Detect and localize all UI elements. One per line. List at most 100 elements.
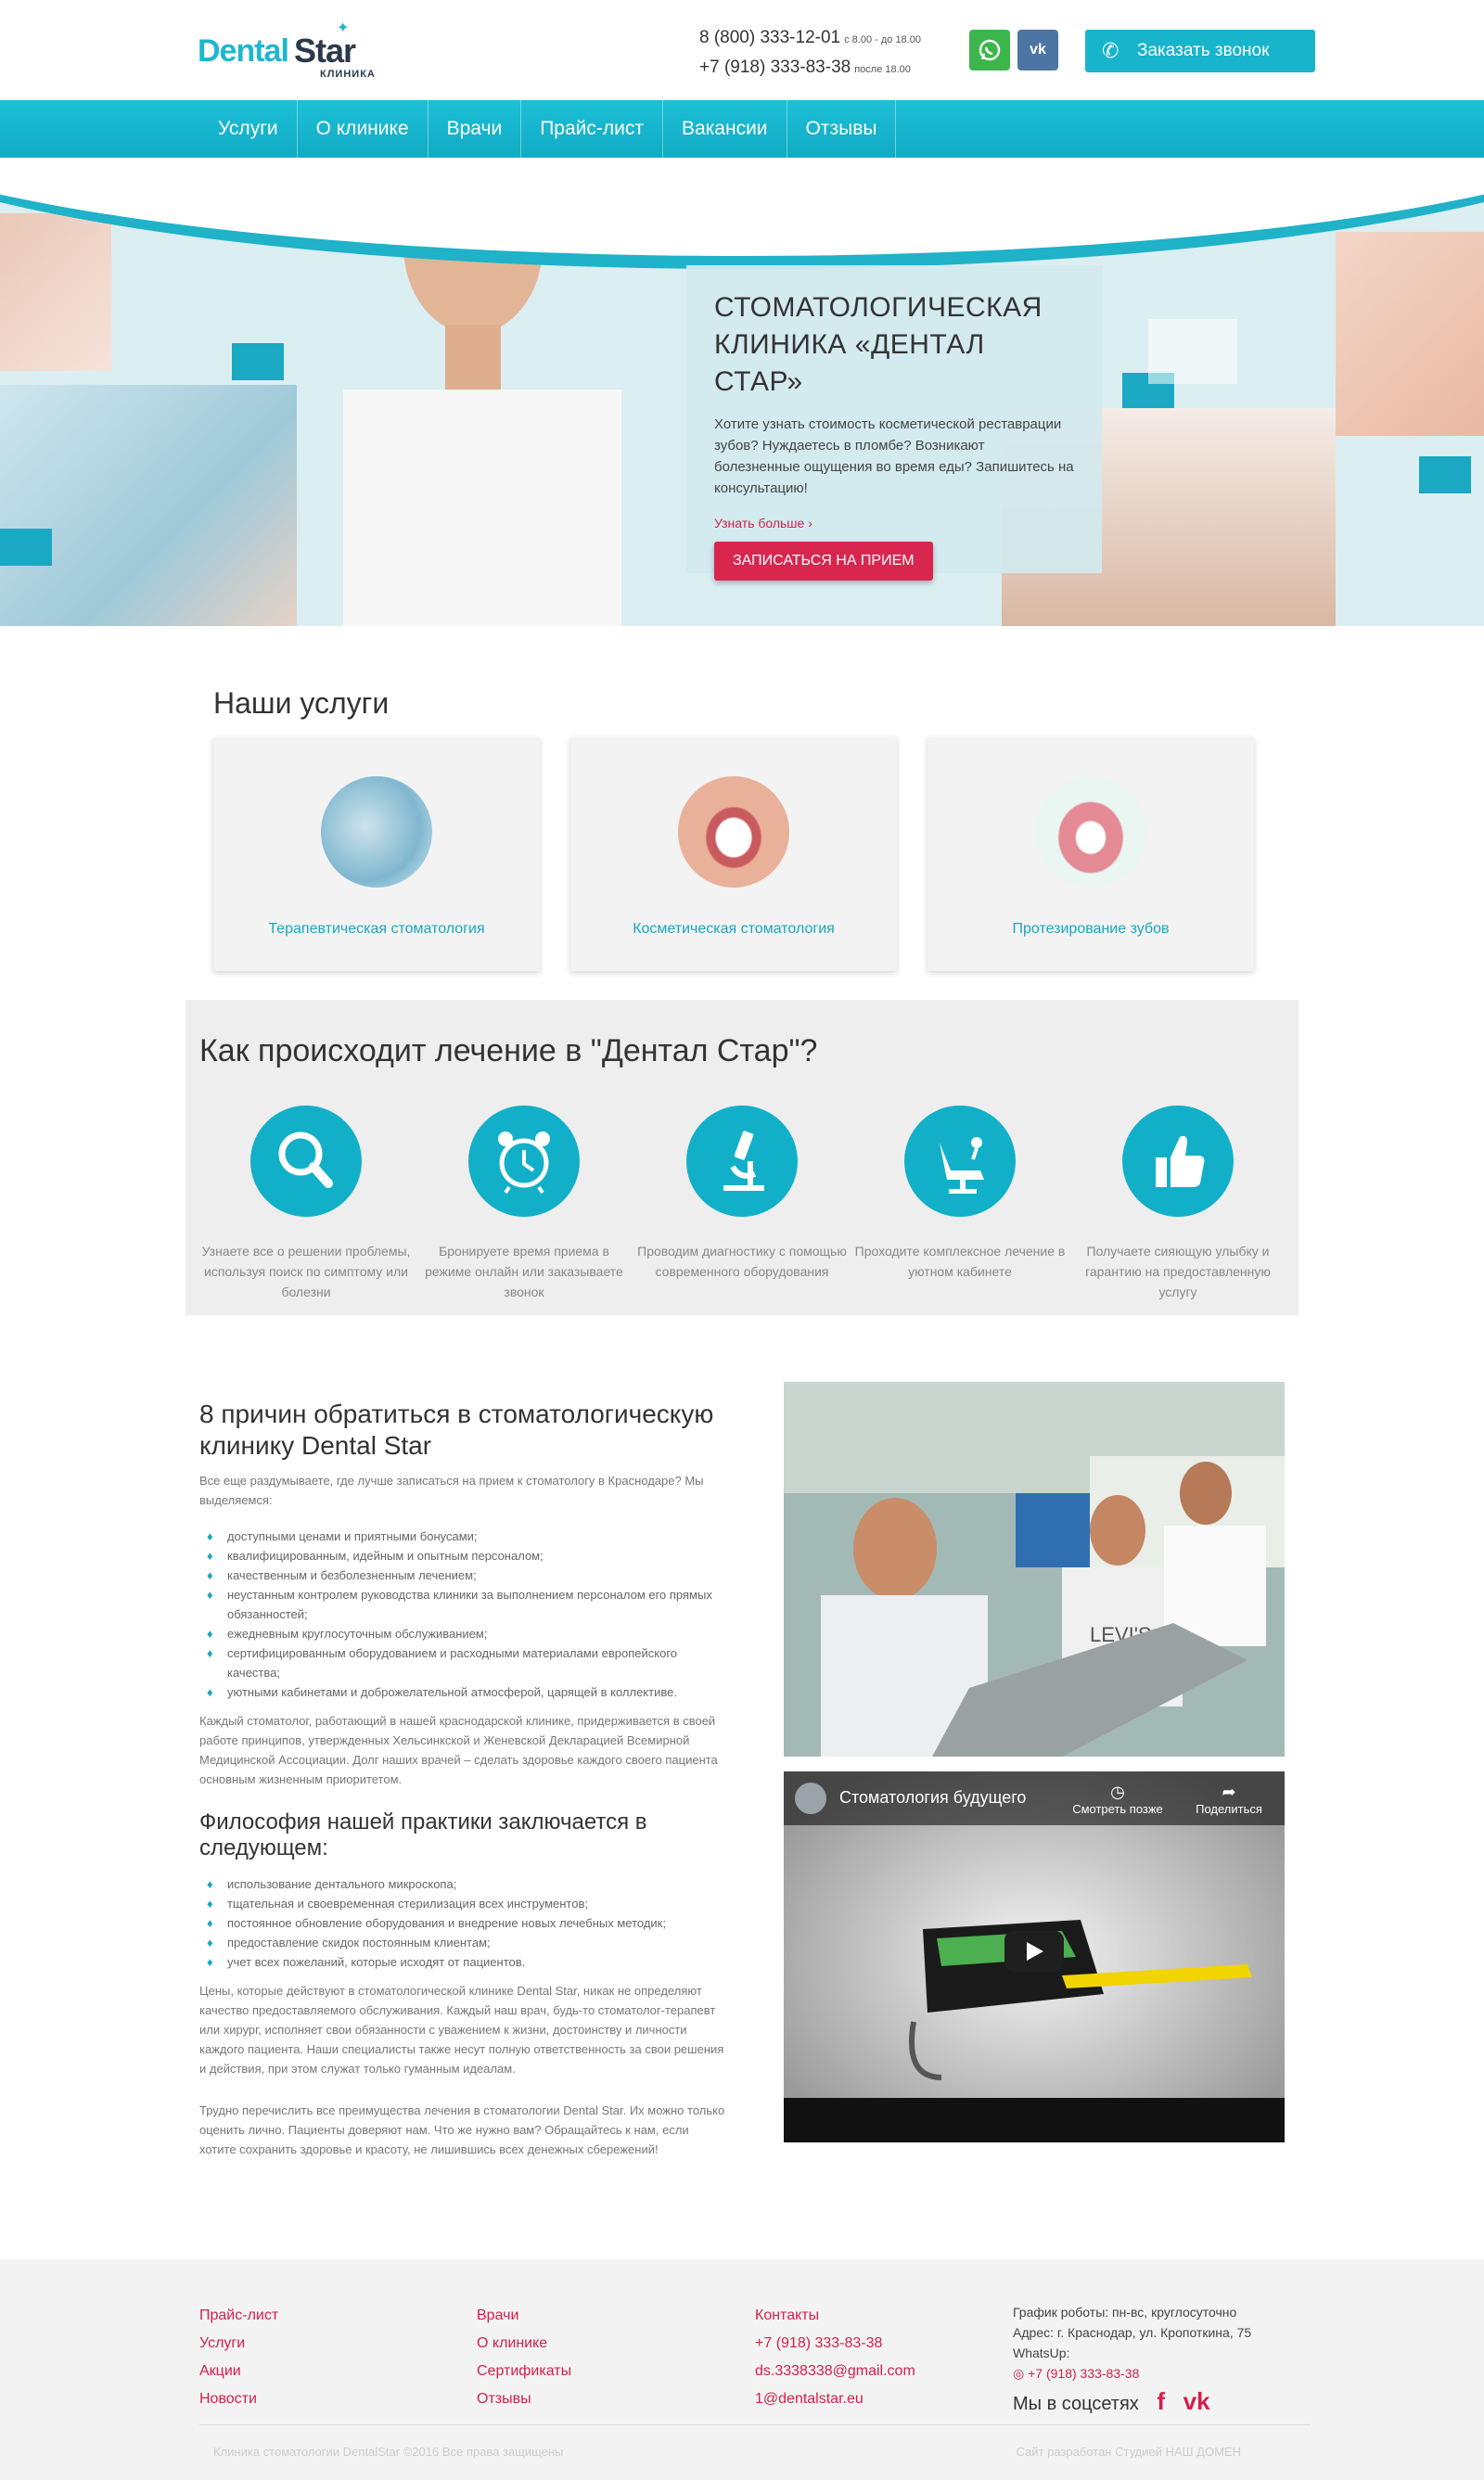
search-icon — [250, 1106, 362, 1217]
play-button[interactable] — [1004, 1931, 1064, 1972]
hero-title: СТОМАТОЛОГИЧЕСКАЯ КЛИНИКА «ДЕНТАЛ СТАР» — [714, 292, 1043, 397]
nav-item-services[interactable]: Услуги — [199, 100, 298, 158]
phone-2[interactable]: +7 (918) 333-83-38 — [699, 58, 851, 77]
reasons-paragraph-1: Каждый стоматолог, работающий в нашей кр… — [199, 1714, 718, 1786]
footer-col-3: Контакты +7 (918) 333-83-38 ds.3338338@g… — [755, 2302, 915, 2413]
footer-link-services[interactable]: Услуги — [199, 2330, 278, 2358]
footer-col-2: Врачи О клинике Сертификаты Отзывы — [477, 2302, 571, 2413]
main-nav: Услуги О клинике Врачи Прайс-лист Ваканс… — [0, 100, 1484, 158]
footer-social-label: Мы в соцсетях — [1013, 2394, 1139, 2414]
service-cosmetic-image — [678, 776, 789, 888]
play-icon — [1027, 1942, 1043, 1961]
whatsapp-icon — [979, 39, 1001, 61]
footer-whatsapp-link[interactable]: ◎ +7 (918) 333-83-38 — [1013, 2363, 1251, 2384]
process-step: Бронируете время приема в режиме онлайн … — [413, 1106, 635, 1302]
clock-icon: ◷ — [1110, 1783, 1125, 1801]
list-item: предоставление скидок постоянным клиента… — [199, 1933, 728, 1952]
phone-1-note: с 8.00 - до 18.00 — [844, 34, 921, 45]
list-item: постоянное обновление оборудования и вне… — [199, 1913, 728, 1933]
service-label: Косметическая стоматология — [633, 921, 835, 937]
video-title[interactable]: Стоматология будущего — [839, 1788, 1026, 1808]
share-icon: ➦ — [1222, 1783, 1236, 1801]
footer-made-by[interactable]: Сайт разработан Студией НАШ ДОМЕН — [1017, 2445, 1241, 2459]
process-title: Как происходит лечение в "Дентал Стар"? — [199, 1033, 818, 1068]
learn-more-link[interactable]: Узнать больше › — [714, 516, 1074, 531]
logo[interactable]: Dental Star ✦ КЛИНИКА — [198, 17, 383, 80]
service-card-therapeutic[interactable]: Терапевтическая стоматология — [213, 737, 540, 971]
hero-square-5 — [1148, 319, 1237, 384]
hero-square-2 — [0, 529, 52, 566]
footer-address: Адрес: г. Краснодар, ул. Кропоткина, 75 — [1013, 2325, 1252, 2340]
service-therapeutic-image — [321, 776, 432, 888]
service-prosthetics-image — [1035, 776, 1146, 888]
header-phones: 8 (800) 333-12-01 с 8.00 - до 18.00 +7 (9… — [699, 24, 921, 83]
watch-later-button[interactable]: ◷ Смотреть позже — [1062, 1783, 1173, 1816]
phone-1[interactable]: 8 (800) 333-12-01 — [699, 28, 840, 47]
list-item: качественным и безболезненным лечением; — [199, 1566, 728, 1585]
nav-item-reviews[interactable]: Отзывы — [787, 100, 897, 158]
service-card-prosthetics[interactable]: Протезирование зубов — [928, 737, 1254, 971]
footer-col-1: Прайс-лист Услуги Акции Новости — [199, 2302, 278, 2413]
nav-item-vacancies[interactable]: Вакансии — [663, 100, 787, 158]
footer-email-1[interactable]: ds.3338338@gmail.com — [755, 2358, 915, 2385]
service-card-cosmetic[interactable]: Косметическая стоматология — [570, 737, 897, 971]
footer-link-contacts[interactable]: Контакты — [755, 2302, 915, 2330]
hero-wave-decoration — [0, 158, 1484, 269]
hero-text: Хотите узнать стоимость косметической ре… — [714, 416, 1074, 496]
footer-email-2[interactable]: 1@dentalstar.eu — [755, 2385, 915, 2413]
whatsapp-icon: ◎ — [1013, 2366, 1025, 2381]
service-label: Протезирование зубов — [1012, 921, 1170, 937]
list-item: тщательная и своевременная стерилизация … — [199, 1894, 728, 1913]
share-button[interactable]: ➦ Поделиться — [1183, 1783, 1275, 1816]
hero-banner: СТОМАТОЛОГИЧЕСКАЯ КЛИНИКА «ДЕНТАЛ СТАР» … — [0, 158, 1484, 626]
facebook-icon[interactable]: f — [1157, 2387, 1165, 2415]
hero-dentist-scene-image — [0, 385, 297, 626]
chevron-right-icon: › — [808, 516, 812, 531]
vk-button[interactable]: vk — [1017, 30, 1058, 70]
hero-smile-right-image — [1336, 232, 1484, 436]
whatsapp-button[interactable] — [969, 30, 1010, 70]
services-section: Наши услуги Терапевтическая стоматология… — [0, 626, 1484, 1002]
philosophy-title: Философия нашей практики заключается в с… — [199, 1809, 647, 1860]
footer-link-news[interactable]: Новости — [199, 2385, 278, 2413]
logo-subtitle: КЛИНИКА — [320, 69, 376, 80]
microscope-icon — [686, 1106, 798, 1217]
order-call-button[interactable]: ✆ Заказать звонок — [1085, 30, 1315, 72]
video-channel-avatar[interactable] — [795, 1783, 826, 1814]
footer-divider — [199, 2424, 1311, 2425]
process-step: Проводим диагностику с помощью современн… — [631, 1106, 853, 1282]
footer-social: Мы в соцсетях f vk — [1013, 2389, 1251, 2414]
hero-square-4 — [1419, 456, 1471, 493]
hero-card: СТОМАТОЛОГИЧЕСКАЯ КЛИНИКА «ДЕНТАЛ СТАР» … — [686, 265, 1102, 581]
footer-link-doctors[interactable]: Врачи — [477, 2302, 571, 2330]
nav-item-prices[interactable]: Прайс-лист — [521, 100, 663, 158]
footer-link-certificates[interactable]: Сертификаты — [477, 2358, 571, 2385]
clinic-photo: LEVI'S — [784, 1382, 1285, 1757]
logo-word-dental: Dental — [198, 33, 289, 69]
reasons-paragraph-2: Цены, которые действуют в стоматологичес… — [199, 1984, 724, 2076]
footer-link-reviews[interactable]: Отзывы — [477, 2385, 571, 2413]
footer-phone[interactable]: +7 (918) 333-83-38 — [755, 2330, 915, 2358]
youtube-video[interactable]: Стоматология будущего ◷ Смотреть позже ➦… — [784, 1771, 1285, 2142]
site-footer: Прайс-лист Услуги Акции Новости Врачи О … — [0, 2259, 1484, 2480]
process-step: Проходите комплексное лечение в уютном к… — [849, 1106, 1071, 1282]
book-appointment-button[interactable]: ЗАПИСАТЬСЯ НА ПРИЕМ — [714, 542, 933, 581]
vk-icon[interactable]: vk — [1183, 2387, 1210, 2415]
list-item: уютными кабинетами и доброжелательной ат… — [199, 1682, 728, 1702]
footer-copyright: Клиника стоматологии DentalStar ©2016 Вс… — [213, 2445, 564, 2459]
process-section: Как происходит лечение в "Дентал Стар"? … — [186, 1000, 1298, 1315]
reasons-title: 8 причин обратиться в стоматологическую … — [199, 1400, 714, 1460]
footer-link-promotions[interactable]: Акции — [199, 2358, 278, 2385]
list-item: использование дентального микроскопа; — [199, 1874, 728, 1894]
order-call-label: Заказать звонок — [1137, 41, 1270, 60]
footer-link-about[interactable]: О клинике — [477, 2330, 571, 2358]
vk-icon: vk — [1030, 42, 1046, 58]
list-item: квалифицированным, идейным и опытным пер… — [199, 1546, 728, 1566]
nav-item-about[interactable]: О клинике — [298, 100, 429, 158]
nav-item-doctors[interactable]: Врачи — [429, 100, 522, 158]
footer-whatsapp-label: WhatsUp: — [1013, 2346, 1070, 2360]
dental-chair-icon — [904, 1106, 1016, 1217]
footer-link-prices[interactable]: Прайс-лист — [199, 2302, 278, 2330]
process-step-text: Проходите комплексное лечение в уютном к… — [854, 1244, 1066, 1279]
site-header: Dental Star ✦ КЛИНИКА 8 (800) 333-12-01 с… — [0, 0, 1484, 100]
